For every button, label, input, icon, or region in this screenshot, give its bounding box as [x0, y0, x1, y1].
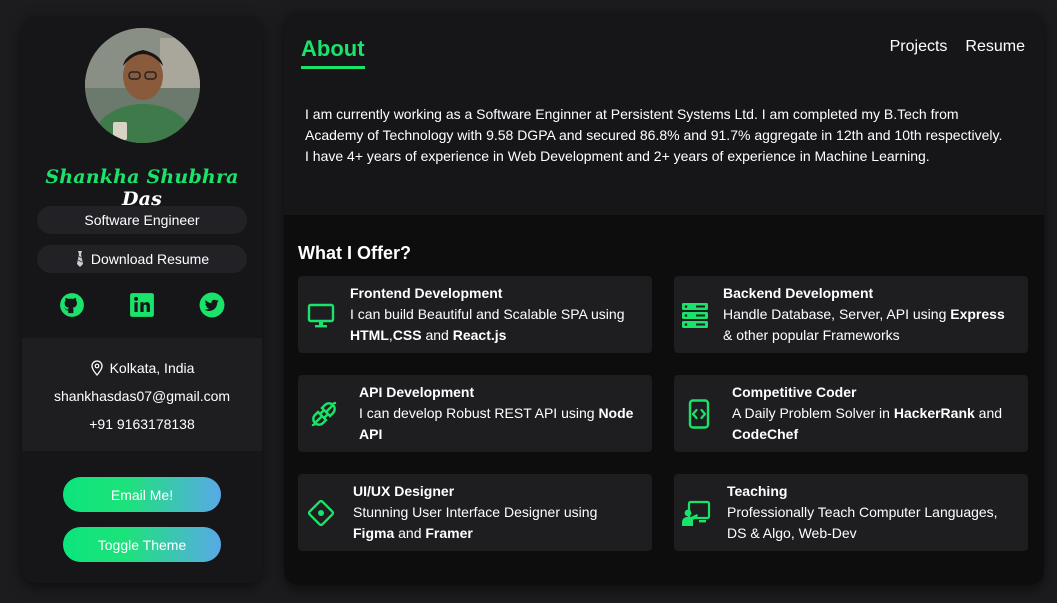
offer-card-desc-line: Figma and Framer — [353, 523, 597, 544]
connector: and — [974, 405, 1003, 421]
tech-express: Express — [950, 306, 1005, 322]
offer-title: What I Offer? — [298, 243, 411, 263]
offer-card-title: Backend Development — [723, 285, 874, 301]
offer-card-desc-line: Stunning User Interface Designer using — [353, 504, 598, 520]
role-badge: Software Engineer — [37, 206, 247, 234]
top-nav: Projects Resume — [890, 38, 1025, 56]
offer-card-text: Competitive Coder A Daily Problem Solver… — [732, 382, 1002, 445]
email-text: shankhasdas07@gmail.com — [53, 388, 231, 404]
platform-codechef: CodeChef — [732, 426, 799, 442]
tech-node: Node — [598, 405, 634, 421]
tool-framer: Framer — [425, 525, 473, 541]
avatar-photo — [85, 28, 200, 143]
offer-card-desc-line: API — [359, 424, 633, 445]
offer-card-text: UI/UX Designer Stunning User Interface D… — [353, 481, 597, 544]
tech-api: API — [359, 426, 383, 442]
contact-info: Kolkata, India shankhasdas07@gmail.com +… — [22, 338, 262, 451]
twitter-icon[interactable] — [199, 292, 225, 318]
offer-card-title: Competitive Coder — [732, 384, 857, 400]
offer-card-title: Frontend Development — [350, 285, 503, 301]
phone-row: +91 9163178138 — [22, 410, 262, 438]
location-pin-icon — [90, 360, 103, 376]
phone-text: +91 9163178138 — [89, 416, 195, 432]
offer-card-desc-line: I can build Beautiful and Scalable SPA u… — [350, 306, 625, 322]
location-text: Kolkata, India — [109, 360, 195, 376]
offer-card-desc-line: DS & Algo, Web-Dev — [727, 525, 857, 541]
tech-css: CSS — [392, 327, 422, 343]
offer-card-desc-line: Professionally Teach Computer Languages, — [727, 504, 998, 520]
offer-card-desc-line: CodeChef — [732, 424, 1002, 445]
offer-card-desc-line: HTML,CSS and React.js — [350, 325, 624, 346]
offer-card-text: Frontend Development I can build Beautif… — [350, 283, 624, 346]
offer-card-uiux: UI/UX Designer Stunning User Interface D… — [298, 474, 652, 551]
tab-about[interactable]: About — [301, 36, 365, 69]
email-me-button[interactable]: Email Me! — [63, 477, 221, 512]
teacher-icon — [682, 500, 711, 526]
desc: Handle Database, Server, API using — [723, 306, 951, 322]
offer-section: What I Offer? Frontend Development I can… — [284, 215, 1044, 585]
nav-projects-link[interactable]: Projects — [890, 38, 948, 56]
offer-card-title: UI/UX Designer — [353, 483, 455, 499]
download-resume-label: Download Resume — [90, 251, 210, 267]
offer-card-title: API Development — [359, 384, 475, 400]
location-row: Kolkata, India — [22, 354, 262, 382]
offer-card-frontend: Frontend Development I can build Beautif… — [298, 276, 652, 353]
offer-card-desc-line: & other popular Frameworks — [723, 327, 900, 343]
github-icon[interactable] — [59, 292, 85, 318]
connector: and — [421, 327, 453, 343]
profile-sidebar: Shankha Shubhra Das Software Engineer Do… — [22, 16, 262, 583]
role-label: Software Engineer — [84, 212, 200, 228]
avatar — [85, 28, 200, 143]
offer-card-competitive: Competitive Coder A Daily Problem Solver… — [674, 375, 1028, 452]
desc: A Daily Problem Solver in — [732, 405, 894, 421]
offer-card-title: Teaching — [727, 483, 788, 499]
connector: and — [394, 525, 426, 541]
offer-card-backend: Backend Development Handle Database, Ser… — [674, 276, 1028, 353]
toggle-theme-label: Toggle Theme — [97, 536, 187, 553]
plug-icon — [311, 401, 337, 426]
offer-card-desc-line: A Daily Problem Solver in HackerRank and — [732, 403, 1002, 424]
nav-resume-link[interactable]: Resume — [965, 38, 1025, 56]
email-row: shankhasdas07@gmail.com — [22, 382, 262, 410]
linkedin-icon[interactable] — [129, 292, 155, 318]
offer-card-desc-line: I can develop Robust REST API using Node — [359, 403, 633, 424]
toggle-theme-button[interactable]: Toggle Theme — [63, 527, 221, 562]
monitor-icon — [307, 303, 335, 327]
offer-card-teaching: Teaching Professionally Teach Computer L… — [674, 474, 1028, 551]
design-pen-icon — [307, 499, 335, 526]
about-paragraph: I am currently working as a Software Eng… — [305, 106, 1003, 164]
profile-name: Shankha Shubhra Das — [22, 166, 262, 210]
offer-card-text: API Development I can develop Robust RES… — [359, 382, 633, 445]
offer-card-desc-line: Handle Database, Server, API using Expre… — [723, 304, 1005, 325]
offer-card-text: Teaching Professionally Teach Computer L… — [727, 481, 998, 544]
social-links — [22, 292, 262, 318]
email-me-label: Email Me! — [110, 486, 174, 503]
main-panel: About Projects Resume I am currently wor… — [284, 12, 1044, 585]
code-phone-icon — [688, 398, 710, 429]
tech-html: HTML — [350, 327, 389, 343]
offer-card-text: Backend Development Handle Database, Ser… — [723, 283, 1005, 346]
first-name: Shankha Shubhra — [45, 166, 239, 188]
desc: I can develop Robust REST API using — [359, 405, 599, 421]
tie-icon — [76, 251, 83, 267]
platform-hackerrank: HackerRank — [893, 405, 975, 421]
download-resume-button[interactable]: Download Resume — [37, 245, 247, 273]
server-icon — [682, 302, 708, 328]
offer-card-api: API Development I can develop Robust RES… — [298, 375, 652, 452]
tool-figma: Figma — [353, 525, 395, 541]
tech-react: React.js — [452, 327, 507, 343]
